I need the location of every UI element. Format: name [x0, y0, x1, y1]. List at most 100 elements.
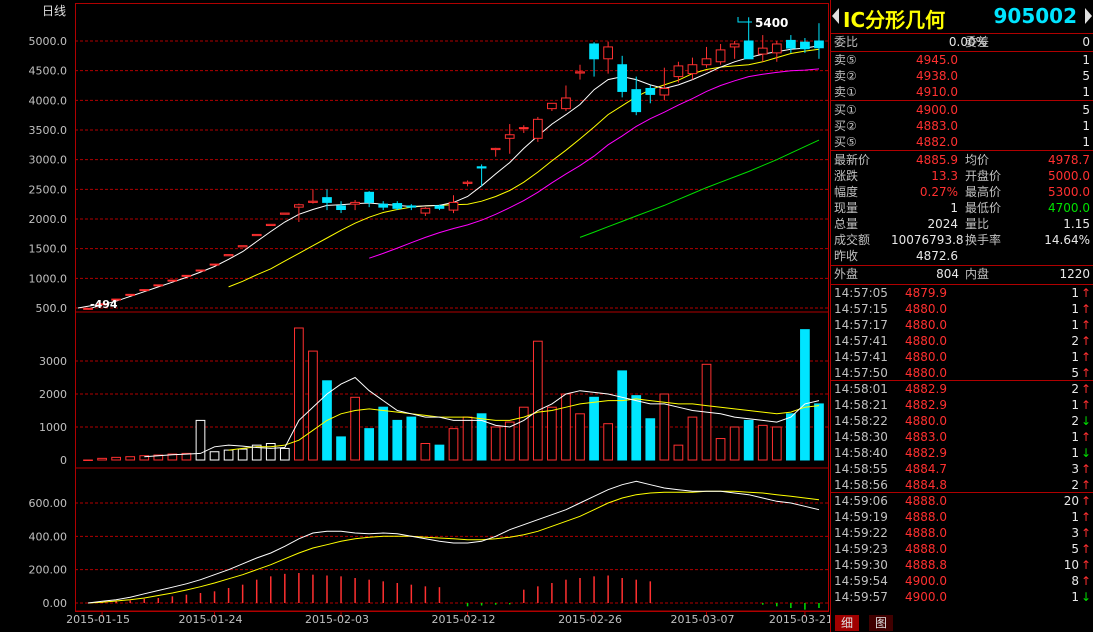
tick-price: 4880.0	[905, 414, 947, 428]
indicator-white-line	[87, 480, 820, 604]
candle-body	[476, 166, 487, 169]
tick-direction-arrow-icon: ↑	[1081, 334, 1092, 348]
inner-value: 1220	[1059, 267, 1090, 281]
price-tick-label: 2000.0	[29, 213, 68, 226]
tick-direction-arrow-icon: ↑	[1081, 350, 1092, 364]
price-axis: 5000.0 4500.0 4000.0 3500.0 3000.0 2500.0 2000…	[29, 35, 828, 315]
stat-label: 最低价	[965, 201, 1002, 215]
tick-price: 4884.8	[905, 478, 947, 492]
outer-value: 804	[936, 267, 959, 281]
tab-detail[interactable]: 细	[835, 615, 860, 631]
volume-bar	[279, 447, 290, 461]
volume-bar	[687, 416, 698, 461]
candle-body	[743, 40, 754, 60]
candle-body	[294, 204, 304, 208]
tick-row: 14:58:30 4883.0 1 ↑	[831, 429, 1093, 445]
volume-bar	[786, 413, 796, 461]
quote-title-bar: IC分形几何 905002	[831, 2, 1093, 32]
volume-tick-label: 3000	[39, 355, 67, 368]
candle-body	[603, 46, 613, 60]
stat-label: 量比	[965, 217, 990, 231]
tick-volume: 10	[1063, 558, 1079, 572]
divider	[831, 492, 1093, 493]
stat-label: 总量	[834, 217, 859, 231]
candle-body	[392, 203, 403, 209]
candle-body	[547, 102, 557, 110]
candle-body	[265, 223, 276, 227]
tick-volume: 1	[1071, 302, 1079, 316]
volume-bar	[532, 340, 543, 461]
tick-volume: 3	[1071, 462, 1079, 476]
volume-bar	[490, 426, 501, 461]
tick-price: 4879.9	[905, 286, 947, 300]
price-tick-label: 3000.0	[29, 154, 68, 167]
stat-value: 13.3	[931, 169, 958, 183]
tick-time: 14:59:30	[834, 558, 888, 572]
tick-price: 4888.0	[905, 510, 947, 524]
volume-bar	[448, 428, 459, 461]
divider	[831, 100, 1093, 101]
stat-value: 1.15	[1063, 217, 1090, 231]
tick-row: 14:58:56 4884.8 2 ↑	[831, 477, 1093, 493]
bid-row: 买⑤ 4882.0 1	[831, 134, 1093, 150]
candle-body	[406, 205, 417, 208]
tick-volume: 20	[1063, 494, 1079, 508]
stat-label: 开盘价	[965, 169, 1002, 183]
tick-row: 14:59:22 4888.0 3 ↑	[831, 525, 1093, 541]
candle-body	[237, 245, 248, 248]
diff-label: 委差	[965, 35, 990, 49]
candle-body	[757, 47, 768, 55]
tick-row: 14:58:22 4880.0 2 ↓	[831, 413, 1093, 429]
candle-body	[701, 58, 712, 66]
ask-qty: 5	[1082, 69, 1090, 83]
candle-body	[617, 64, 628, 92]
tick-direction-arrow-icon: ↑	[1081, 542, 1092, 556]
indicator-lines	[87, 480, 820, 604]
candle-body	[462, 181, 473, 184]
tick-direction-arrow-icon: ↑	[1081, 398, 1092, 412]
tick-row: 14:59:23 4888.0 5 ↑	[831, 541, 1093, 557]
candle-body	[322, 197, 332, 203]
stat-row: 成交额 10076793.8 换手率 14.64%	[831, 232, 1093, 248]
tick-direction-arrow-icon: ↑	[1081, 430, 1092, 444]
candle-body	[378, 203, 389, 208]
kline-chart[interactable]: 日线 5000.0 4500.0 4000.0 3500.0 3000.0 2500.0 2…	[0, 0, 830, 632]
ask-label: 卖①	[834, 85, 857, 99]
candle-body	[209, 263, 220, 266]
tick-price: 4888.0	[905, 542, 947, 556]
stat-label: 最高价	[965, 185, 1002, 199]
candle-body	[420, 207, 431, 214]
tick-time: 14:59:06	[834, 494, 888, 508]
tab-chart[interactable]: 图	[869, 615, 894, 631]
ask-price: 4945.0	[916, 53, 958, 67]
volume-bar	[83, 459, 93, 461]
tick-row: 14:59:30 4888.8 10 ↑	[831, 557, 1093, 573]
volume-bar	[364, 428, 375, 461]
date-label: 2015-01-15	[66, 613, 130, 626]
tick-volume: 1	[1071, 398, 1079, 412]
tick-direction-arrow-icon: ↑	[1081, 558, 1092, 572]
tick-row: 14:59:19 4888.0 1 ↑	[831, 509, 1093, 525]
candle-body	[336, 205, 346, 211]
candle-body	[729, 43, 740, 48]
tick-row: 14:59:54 4900.0 8 ↑	[831, 573, 1093, 589]
stat-label: 幅度	[834, 185, 859, 199]
volume-tick-label: 2000	[39, 388, 67, 401]
high-annotation: 5400	[737, 16, 788, 30]
tick-price: 4900.0	[905, 590, 947, 604]
tick-time: 14:59:22	[834, 526, 888, 540]
tick-volume: 3	[1071, 526, 1079, 540]
high-annotation-label: 5400	[755, 16, 788, 30]
tick-row: 14:59:06 4888.0 20 ↑	[831, 493, 1093, 509]
tick-row: 14:57:41 4880.0 2 ↑	[831, 333, 1093, 349]
prev-arrow-icon[interactable]	[832, 8, 839, 24]
date-label: 2015-01-24	[179, 613, 243, 626]
tick-direction-arrow-icon: ↑	[1081, 510, 1092, 524]
date-axis: 2015-01-15 2015-01-24 2015-02-03 2015-02-12…	[66, 611, 830, 626]
diff-value: 0	[1082, 35, 1090, 49]
bid-row: 买① 4900.0 5	[831, 102, 1093, 118]
candle-body	[561, 97, 571, 110]
next-arrow-icon[interactable]	[1085, 8, 1092, 24]
volume-bar	[547, 406, 557, 461]
tick-row: 14:58:01 4882.9 2 ↑	[831, 381, 1093, 397]
